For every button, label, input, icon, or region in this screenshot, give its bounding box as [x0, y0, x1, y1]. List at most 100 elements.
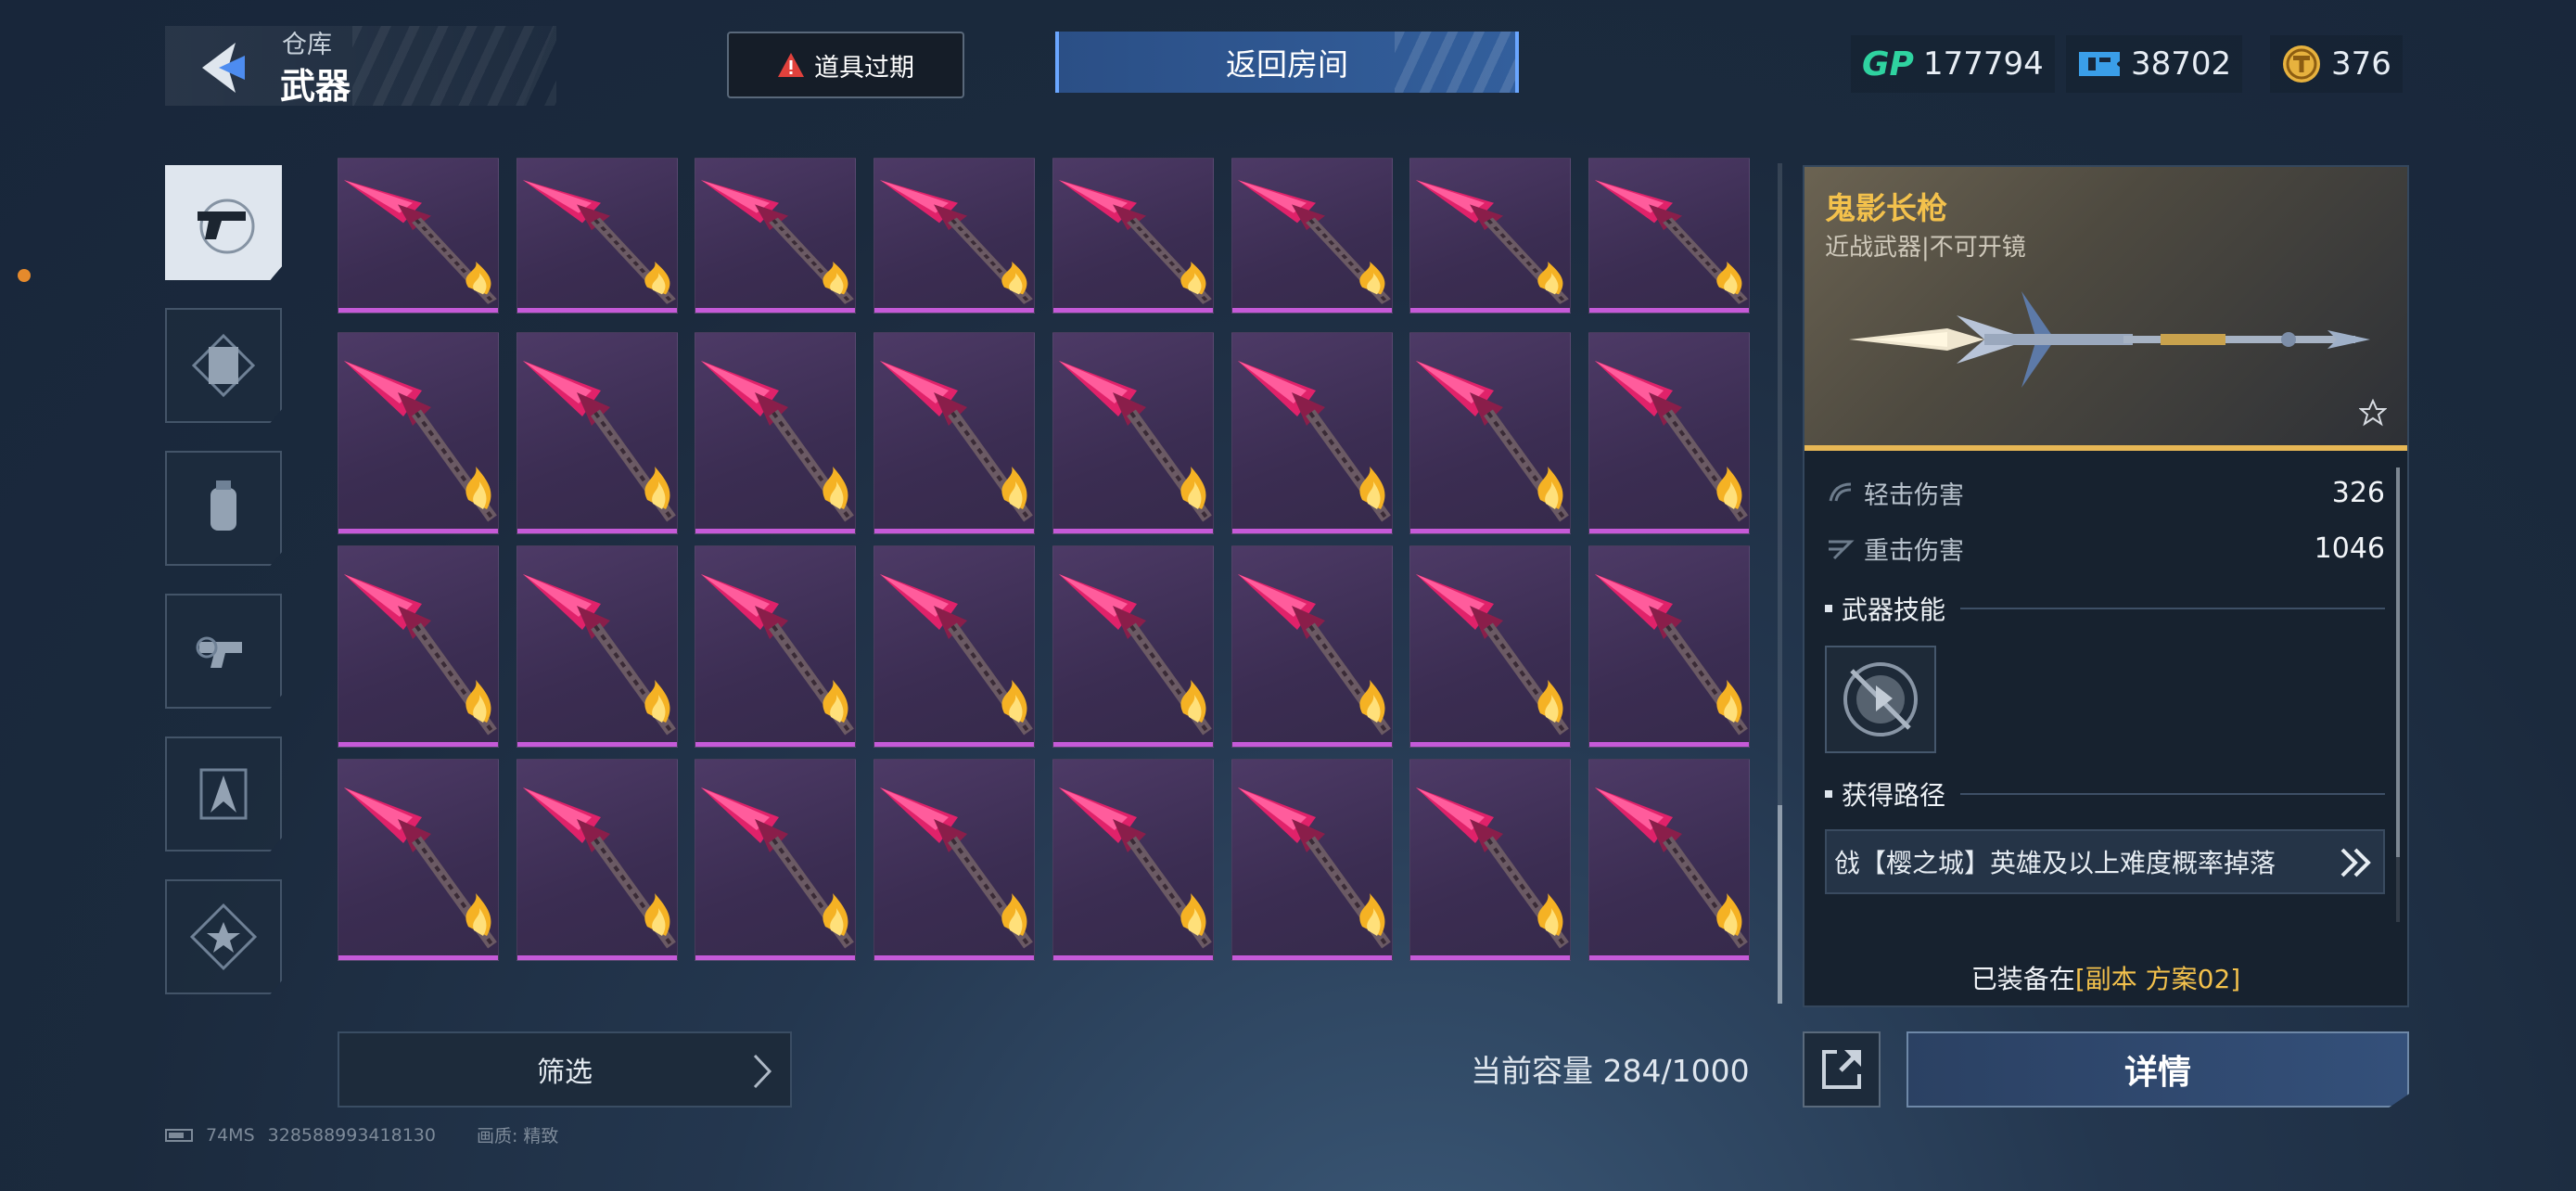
inventory-item[interactable] [1409, 759, 1572, 961]
rarity-bar [1588, 955, 1749, 960]
spear-icon [1416, 788, 1570, 949]
inventory-item[interactable] [1231, 332, 1393, 534]
spear-icon [344, 361, 497, 522]
compass-icon [199, 768, 248, 820]
rarity-bar [1410, 742, 1571, 747]
spear-icon [1237, 788, 1391, 949]
weapon-skill-slot[interactable] [1825, 646, 1936, 753]
spear-icon [701, 180, 855, 304]
inventory-item[interactable] [338, 158, 499, 314]
inventory-item[interactable] [1588, 158, 1750, 314]
inventory-item[interactable] [338, 545, 499, 748]
gp-amount: 177794 [1922, 45, 2044, 83]
heavy-attack-icon [1829, 540, 1855, 560]
inventory-item[interactable] [695, 158, 857, 314]
inventory-item[interactable] [695, 759, 857, 961]
inventory-item[interactable] [1052, 545, 1214, 748]
back-button[interactable] [191, 39, 256, 96]
spear-icon [522, 180, 676, 304]
inventory-item[interactable] [338, 332, 499, 534]
inventory-item[interactable] [1588, 545, 1750, 748]
detail-scrollbar-thumb[interactable] [2396, 467, 2400, 857]
acquire-route-item[interactable]: 戗【樱之城】英雄及以上难度概率掉落 [1825, 829, 2385, 894]
grid-scrollbar-thumb[interactable] [1778, 805, 1782, 1004]
inventory-item[interactable] [1052, 158, 1214, 314]
spear-icon [880, 180, 1033, 304]
return-room-button[interactable]: 返回房间 [1055, 32, 1519, 93]
inventory-item[interactable] [516, 332, 678, 534]
inventory-item[interactable] [1588, 332, 1750, 534]
sidebar-item-scroll[interactable] [165, 308, 282, 423]
stat-label: 轻击伤害 [1864, 480, 1964, 510]
spear-icon [344, 574, 497, 736]
chevron-right-icon [753, 1054, 772, 1089]
inventory-item[interactable] [1409, 158, 1572, 314]
expired-items-label: 道具过期 [814, 53, 914, 83]
weapon-preview-image [1845, 278, 2374, 412]
inventory-item[interactable] [1588, 759, 1750, 961]
rarity-bar [874, 529, 1035, 533]
rarity-bar [338, 529, 498, 533]
spear-icon [1058, 574, 1212, 736]
sidebar-item-compass[interactable] [165, 736, 282, 852]
sidebar-item-gear[interactable] [165, 594, 282, 709]
inventory-item[interactable] [338, 759, 499, 961]
pistol-icon [198, 198, 255, 254]
expired-items-button[interactable]: 道具过期 [727, 32, 964, 98]
inventory-item[interactable] [874, 545, 1036, 748]
status-bar: 74MS 328588993418130 画质: 精致 [165, 1122, 558, 1147]
return-room-label: 返回房间 [1226, 46, 1348, 83]
rarity-bar [1588, 529, 1749, 533]
rarity-bar [874, 308, 1035, 313]
spear-icon [1237, 180, 1391, 304]
double-chevron-right-icon [2340, 848, 2371, 877]
header-stripes [352, 26, 556, 106]
quality-text: 画质: 精致 [476, 1126, 559, 1146]
inventory-item[interactable] [874, 332, 1036, 534]
weapon-name: 鬼影长枪 [1825, 190, 1947, 226]
grenade-icon [210, 480, 236, 531]
inventory-item[interactable] [1231, 545, 1393, 748]
rarity-bar [695, 955, 856, 960]
page-title: 武器 [280, 66, 351, 107]
inventory-item[interactable] [516, 759, 678, 961]
spear-icon [880, 361, 1033, 522]
inventory-item[interactable] [1409, 332, 1572, 534]
inventory-item[interactable] [874, 759, 1036, 961]
inventory-item[interactable] [516, 545, 678, 748]
rarity-bar [695, 742, 856, 747]
notification-dot [18, 269, 31, 282]
header-subtitle: 仓库 [282, 31, 332, 59]
sidebar-item-star[interactable] [165, 879, 282, 994]
filter-button[interactable]: 筛选 [338, 1031, 792, 1108]
share-button[interactable] [1803, 1031, 1881, 1108]
inventory-item[interactable] [695, 332, 857, 534]
rarity-bar [1231, 529, 1392, 533]
inventory-item[interactable] [1409, 545, 1572, 748]
warning-icon [778, 53, 804, 77]
inventory-item[interactable] [1052, 332, 1214, 534]
inventory-item[interactable] [1231, 158, 1393, 314]
weapon-type: 近战武器|不可开镜 [1825, 234, 2026, 262]
details-button[interactable]: 详情 [1906, 1031, 2409, 1108]
rarity-bar [1588, 742, 1749, 747]
rarity-bar [1410, 955, 1571, 960]
rarity-bar [874, 955, 1035, 960]
inventory-item[interactable] [1052, 759, 1214, 961]
rarity-bar [516, 308, 677, 313]
capacity-text: 当前容量 284/1000 [1471, 1053, 1750, 1089]
inventory-item[interactable] [695, 545, 857, 748]
divider [1960, 793, 2385, 795]
spear-icon [701, 788, 855, 949]
equipped-info: 已装备在[副本 方案02] [1804, 959, 2407, 996]
equipped-prefix: 已装备在 [1970, 964, 2075, 994]
spear-icon [522, 788, 676, 949]
gp-icon: GP [1862, 45, 1914, 83]
inventory-item[interactable] [1231, 759, 1393, 961]
sidebar-item-weapon[interactable] [165, 165, 282, 280]
spear-icon [1058, 788, 1212, 949]
inventory-item[interactable] [874, 158, 1036, 314]
ticket-currency: 38702 [2066, 35, 2243, 93]
sidebar-item-grenade[interactable] [165, 451, 282, 566]
inventory-item[interactable] [516, 158, 678, 314]
